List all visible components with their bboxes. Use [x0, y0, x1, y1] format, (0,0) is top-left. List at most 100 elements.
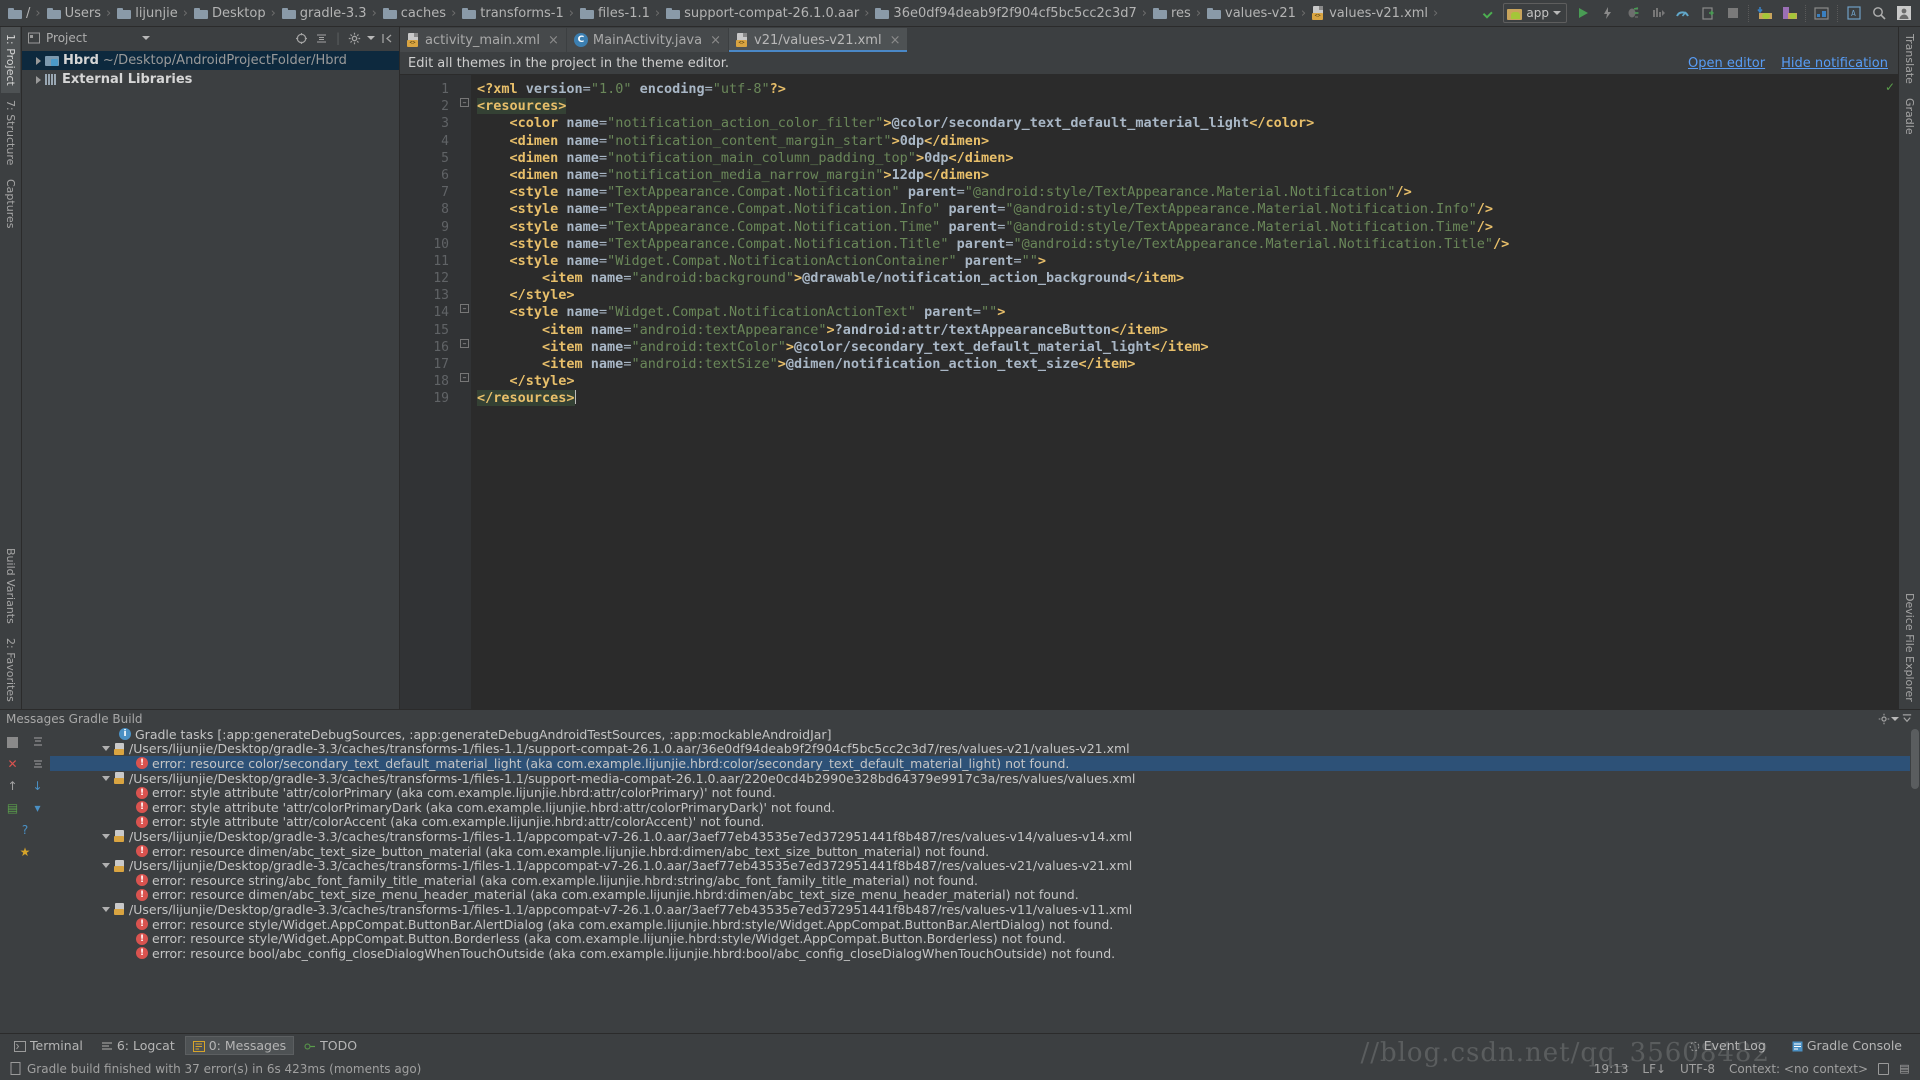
- run-button[interactable]: [1570, 2, 1595, 25]
- stop-build-icon[interactable]: [2, 731, 24, 753]
- expand-all-icon[interactable]: [27, 731, 49, 753]
- settings-chevron-down-icon[interactable]: [1891, 716, 1899, 721]
- next-message-icon[interactable]: ↓: [27, 775, 49, 797]
- gear-icon[interactable]: [347, 31, 362, 46]
- bottom-tab-0-messages[interactable]: 0: Messages: [184, 1036, 295, 1055]
- sdk-manager-button[interactable]: [1809, 2, 1834, 25]
- collapse-all-icon[interactable]: [314, 31, 329, 46]
- user-account-button[interactable]: [1891, 2, 1916, 25]
- gear-icon[interactable]: [1876, 711, 1891, 726]
- tool-tab-device-file-explorer[interactable]: Device File Explorer: [1900, 586, 1919, 709]
- fold-marker[interactable]: –: [460, 304, 469, 313]
- messages-scrollbar[interactable]: [1910, 727, 1920, 1033]
- module-selector[interactable]: app: [1503, 3, 1567, 23]
- code-text[interactable]: <?xml version="1.0" encoding="utf-8"?> <r…: [471, 75, 1898, 709]
- collapse-all-icon[interactable]: [27, 753, 49, 775]
- expand-arrow-icon[interactable]: [36, 75, 41, 84]
- message-row[interactable]: ! error: resource color/secondary_text_de…: [50, 756, 1920, 771]
- target-icon[interactable]: [294, 31, 309, 46]
- message-row[interactable]: ! error: resource dimen/abc_text_size_but…: [50, 844, 1920, 859]
- editor-tab-v21-values-v21-xml[interactable]: <> v21/values-v21.xml ×: [729, 28, 908, 52]
- close-icon[interactable]: ×: [890, 33, 901, 48]
- editor-tab-activity-main-xml[interactable]: <> activity_main.xml ×: [400, 28, 566, 52]
- tool-tab-2-favorites[interactable]: 2: Favorites: [1, 631, 20, 709]
- breadcrumb-item-9[interactable]: 36e0df94deab9f2f904cf5bc5cc2c3d7: [871, 6, 1137, 21]
- close-icon[interactable]: ×: [710, 33, 721, 48]
- breadcrumb-item-3[interactable]: Desktop: [190, 6, 267, 21]
- line-separator[interactable]: LF↓: [1642, 1062, 1666, 1076]
- collapse-arrow-icon[interactable]: [102, 863, 110, 869]
- attach-debugger-button[interactable]: [1695, 2, 1720, 25]
- tool-tab-1-project[interactable]: 1: Project: [1, 27, 20, 93]
- breadcrumb-item-8[interactable]: support-compat-26.1.0.aar: [662, 6, 860, 21]
- bottom-tab-event-log[interactable]: Event Log: [1681, 1036, 1774, 1055]
- favorites-star-icon[interactable]: ★: [14, 841, 36, 863]
- messages-list[interactable]: i Gradle tasks [:app:generateDebugSources…: [50, 727, 1920, 1033]
- encoding[interactable]: UTF-8: [1680, 1062, 1715, 1076]
- filter-icon[interactable]: ▾: [27, 797, 49, 819]
- collapse-arrow-icon[interactable]: [102, 833, 110, 839]
- fold-marker[interactable]: –: [460, 98, 469, 107]
- bottom-tab-gradle-console[interactable]: Gradle Console: [1784, 1036, 1910, 1055]
- breadcrumb-item-12[interactable]: <> values-v21.xml: [1308, 6, 1429, 21]
- settings-chevron-down-icon[interactable]: [367, 36, 375, 40]
- editor-marker-bar[interactable]: ✓: [1884, 75, 1898, 709]
- breadcrumb-item-5[interactable]: caches: [379, 6, 447, 21]
- collapse-arrow-icon[interactable]: [102, 906, 110, 912]
- run-with-coverage-button[interactable]: [1645, 2, 1670, 25]
- tool-tab-translate[interactable]: Translate: [1900, 27, 1919, 91]
- tool-tab-gradle[interactable]: Gradle: [1900, 91, 1919, 142]
- message-row[interactable]: /Users/lijunjie/Desktop/gradle-3.3/cache…: [50, 829, 1920, 844]
- sync-project-button[interactable]: [1475, 2, 1500, 25]
- open-editor-link[interactable]: Open editor: [1688, 56, 1765, 71]
- layout-inspector-button[interactable]: A: [1841, 2, 1866, 25]
- tool-tab-7-structure[interactable]: 7: Structure: [1, 93, 20, 172]
- message-row[interactable]: ! error: resource style/Widget.AppCompat.…: [50, 917, 1920, 932]
- fold-marker[interactable]: –: [460, 373, 469, 382]
- lock-icon[interactable]: [1878, 1062, 1889, 1075]
- prev-message-icon[interactable]: ↑: [2, 775, 24, 797]
- message-row[interactable]: /Users/lijunjie/Desktop/gradle-3.3/cache…: [50, 902, 1920, 917]
- message-row[interactable]: ! error: resource dimen/abc_text_size_men…: [50, 887, 1920, 902]
- breadcrumb-item-4[interactable]: gradle-3.3: [278, 6, 368, 21]
- project-tree-row[interactable]: Hbrd ~/Desktop/AndroidProjectFolder/Hbrd: [22, 51, 399, 70]
- breadcrumb-item-10[interactable]: res: [1149, 6, 1192, 21]
- project-view-chevron-down-icon[interactable]: [142, 36, 151, 40]
- breadcrumb-item-7[interactable]: files-1.1: [576, 6, 651, 21]
- bottom-tab-6-logcat[interactable]: 6: Logcat: [93, 1036, 183, 1055]
- collapse-arrow-icon[interactable]: [102, 775, 110, 781]
- bottom-tab-todo[interactable]: TODO: [296, 1036, 365, 1055]
- breadcrumb-item-2[interactable]: lijunjie: [113, 6, 179, 21]
- tool-tab-captures[interactable]: Captures: [1, 172, 20, 235]
- breadcrumb-item-1[interactable]: Users: [43, 6, 102, 21]
- stop-button[interactable]: [1720, 2, 1745, 25]
- message-row[interactable]: i Gradle tasks [:app:generateDebugSources…: [50, 727, 1920, 742]
- project-tree-row[interactable]: External Libraries: [22, 70, 399, 89]
- sync-gradle-button[interactable]: [1752, 2, 1777, 25]
- expand-arrow-icon[interactable]: [36, 56, 41, 65]
- breadcrumb-item-0[interactable]: /: [4, 6, 31, 21]
- collapse-arrow-icon[interactable]: [102, 746, 110, 752]
- message-row[interactable]: ! error: style attribute 'attr/colorAccen…: [50, 814, 1920, 829]
- message-row[interactable]: ! error: resource bool/abc_config_closeDi…: [50, 946, 1920, 961]
- close-icon[interactable]: ×: [548, 33, 559, 48]
- caret-position[interactable]: 19:13: [1594, 1062, 1629, 1076]
- export-icon[interactable]: ▤: [2, 797, 24, 819]
- messages-scrollbar-thumb[interactable]: [1911, 729, 1919, 789]
- avd-manager-button[interactable]: [1777, 2, 1802, 25]
- message-row[interactable]: /Users/lijunjie/Desktop/gradle-3.3/cache…: [50, 858, 1920, 873]
- project-tree[interactable]: Hbrd ~/Desktop/AndroidProjectFolder/Hbrd…: [22, 49, 399, 709]
- search-everywhere-button[interactable]: [1866, 2, 1891, 25]
- close-icon[interactable]: ✕: [2, 753, 24, 775]
- fold-marker[interactable]: –: [460, 339, 469, 348]
- breadcrumb-item-6[interactable]: transforms-1: [458, 6, 564, 21]
- tool-tab-build-variants[interactable]: Build Variants: [1, 541, 20, 631]
- message-row[interactable]: ! error: style attribute 'attr/colorPrima…: [50, 785, 1920, 800]
- debug-button[interactable]: [1620, 2, 1645, 25]
- bottom-tab-terminal[interactable]: Terminal: [6, 1036, 91, 1055]
- help-icon[interactable]: ?: [14, 819, 36, 841]
- code-folding-column[interactable]: – – – –: [458, 75, 471, 709]
- apply-changes-button[interactable]: [1595, 2, 1620, 25]
- breadcrumb-item-11[interactable]: values-v21: [1203, 6, 1297, 21]
- profiler-button[interactable]: [1670, 2, 1695, 25]
